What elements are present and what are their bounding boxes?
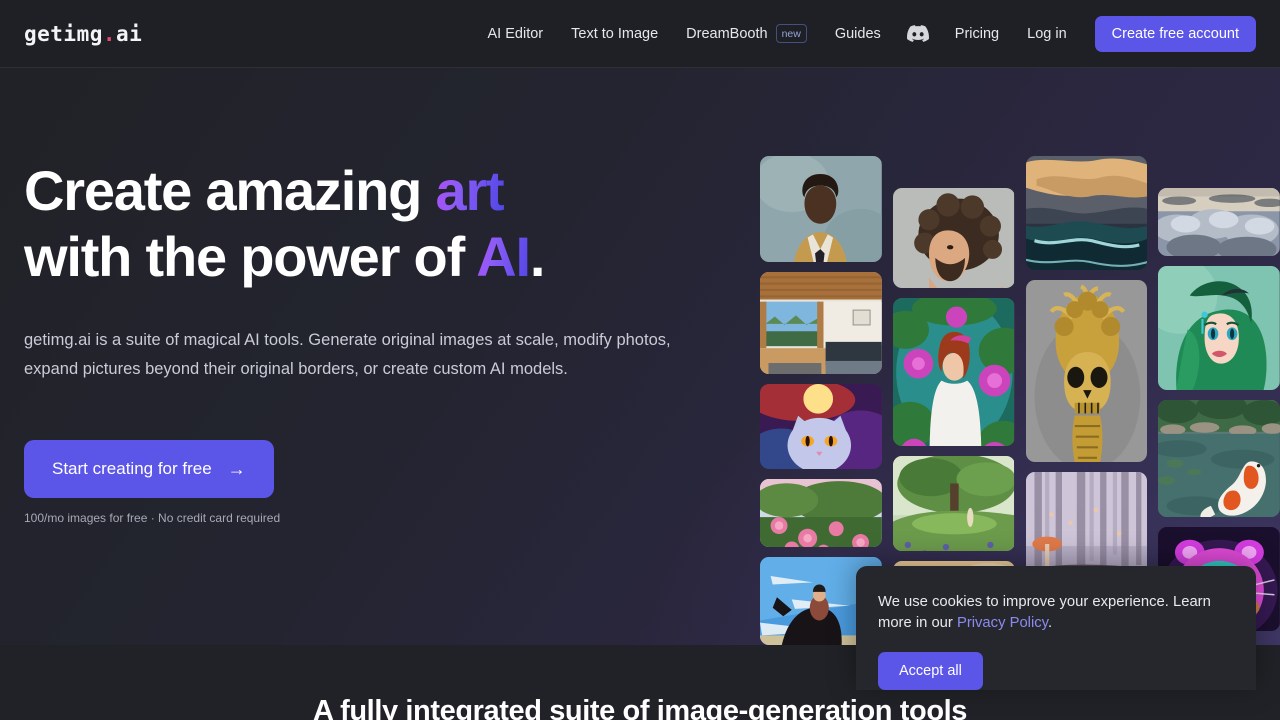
site-header: getimg.ai AI Editor Text to Image DreamB… (0, 0, 1280, 68)
headline-accent-ai: AI (476, 225, 531, 289)
nav-text-to-image[interactable]: Text to Image (557, 18, 672, 50)
cosmic-purple-cat[interactable] (760, 384, 882, 470)
gallery-column-3 (1025, 68, 1148, 645)
hero-subcopy: getimg.ai is a suite of magical AI tools… (24, 331, 671, 379)
hero-image-gallery (760, 68, 1280, 645)
headline-line-1: Create amazing art (24, 159, 505, 222)
discord-icon[interactable] (895, 17, 941, 50)
hero-cta-wrap: Start creating for free → 100/mo images … (24, 440, 724, 525)
headline-accent-art: art (435, 159, 505, 222)
cookie-message-after: . (1047, 615, 1053, 631)
site-logo[interactable]: getimg.ai (24, 22, 142, 46)
clouds-above-horizon[interactable] (1158, 188, 1280, 256)
headline-period: . (529, 225, 546, 289)
logo-dot: . (102, 21, 117, 46)
nav-dreambooth-label: DreamBooth (686, 25, 768, 42)
logo-suffix: ai (116, 21, 143, 46)
nav-guides[interactable]: Guides (821, 18, 895, 50)
page-title: Create amazing art with the power of AI. (24, 158, 724, 290)
logo-name: getimg (24, 21, 103, 46)
privacy-policy-link[interactable]: Privacy Policy (957, 615, 1048, 631)
gallery-column-4 (1158, 68, 1280, 645)
nav-log-in[interactable]: Log in (1013, 18, 1081, 50)
cookie-message: We use cookies to improve your experienc… (878, 592, 1238, 634)
nav-text-to-image-label: Text to Image (571, 25, 659, 42)
woman-in-white-dress-with-flowers[interactable] (892, 298, 1015, 447)
start-creating-button[interactable]: Start creating for free → (24, 440, 274, 499)
sunlit-tree-in-meadow[interactable] (892, 456, 1015, 552)
man-in-tan-suit-portrait[interactable] (760, 156, 882, 262)
nav-pricing-label: Pricing (954, 25, 1000, 42)
stormy-ocean-waves[interactable] (1025, 156, 1148, 270)
landing-page: getimg.ai AI Editor Text to Image DreamB… (0, 0, 1280, 720)
accept-all-button[interactable]: Accept all (878, 652, 983, 690)
cta-note: 100/mo images for free · No credit card … (24, 511, 281, 526)
green-haired-anime-girl[interactable] (1158, 266, 1280, 390)
nav-guides-label: Guides (834, 25, 881, 42)
arrow-right-icon: → (227, 459, 246, 480)
hero-section: Create amazing art with the power of AI.… (0, 68, 1280, 645)
golden-medusa-skull-sculpture[interactable] (1025, 280, 1148, 462)
hero-copy: Create amazing art with the power of AI.… (24, 158, 724, 525)
start-creating-label: Start creating for free (52, 459, 212, 479)
primary-nav: AI Editor Text to Image DreamBooth new G… (474, 15, 1256, 52)
create-free-account-button[interactable]: Create free account (1094, 15, 1256, 52)
curly-haired-bearded-man[interactable] (892, 188, 1015, 289)
headline-plain-2: with the power of (24, 225, 477, 289)
cookie-consent-banner: We use cookies to improve your experienc… (856, 566, 1256, 690)
wooden-cabin-bedroom[interactable] (760, 271, 882, 375)
nav-ai-editor[interactable]: AI Editor (474, 18, 558, 50)
nav-ai-editor-label: AI Editor (487, 25, 544, 42)
gallery-column-2 (892, 68, 1015, 645)
pink-roses-garden[interactable] (760, 479, 882, 548)
headline-plain-1: Create amazing (24, 159, 436, 222)
nav-dreambooth[interactable]: DreamBooth new (672, 16, 821, 52)
headline-line-2: with the power of AI. (24, 225, 546, 289)
nav-pricing[interactable]: Pricing (941, 18, 1013, 50)
koi-fish-in-pond[interactable] (1158, 400, 1280, 517)
gallery-column-1 (760, 68, 882, 645)
features-section-title: A fully integrated suite of image-genera… (312, 695, 968, 720)
new-badge: new (775, 23, 807, 44)
nav-log-in-label: Log in (1027, 25, 1067, 42)
